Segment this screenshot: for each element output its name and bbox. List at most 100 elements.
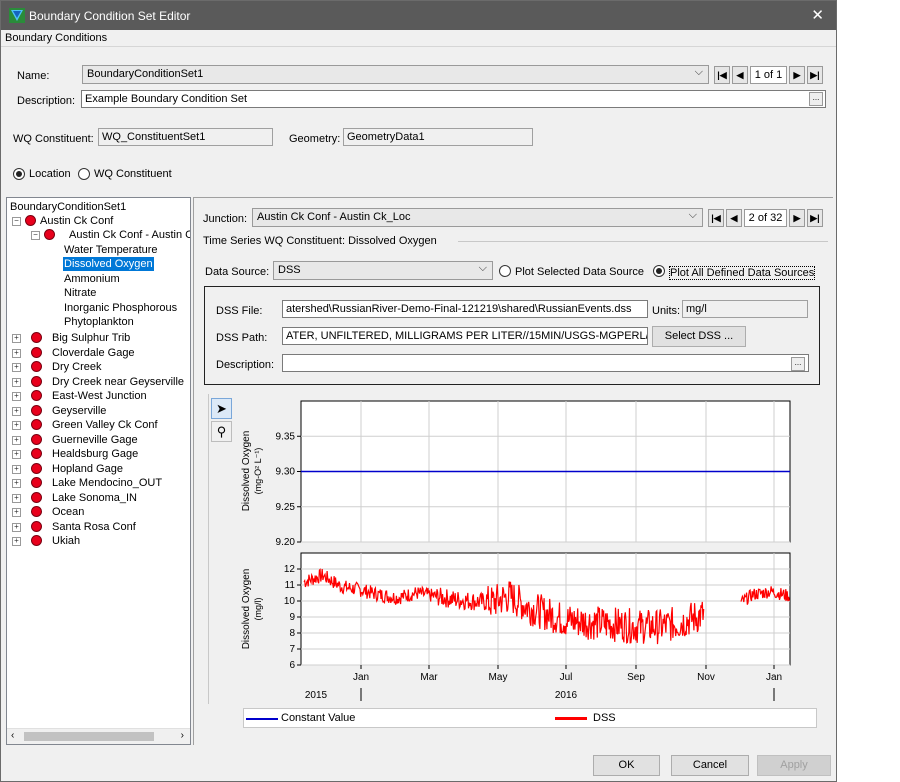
y-tick-label: 9.25 [276, 502, 296, 513]
radio-location[interactable] [13, 168, 25, 180]
y-tick-label: 9.20 [276, 537, 296, 548]
bottom-chart: 12 11 10 9 8 7 6 Jan Mar May Jul Sep Nov Jan 2015 2016… [241, 552, 791, 701]
junction-counter: 2 of 32 [744, 209, 787, 227]
tree-node[interactable]: East-West Junction [52, 389, 147, 403]
geometry-field: GeometryData1 [343, 128, 533, 146]
tree-leaf-ammonium[interactable]: Ammonium [64, 272, 120, 286]
expand-icon[interactable]: + [12, 450, 21, 459]
tree-node[interactable]: Ukiah [52, 534, 80, 548]
y-tick-label: 6 [289, 660, 295, 671]
radio-plot-all[interactable] [653, 265, 665, 277]
expand-icon[interactable]: + [12, 363, 21, 372]
select-dss-button[interactable]: Select DSS ... [652, 326, 746, 347]
tree-node[interactable]: Lake Mendocino_OUT [52, 476, 162, 490]
first-record-icon[interactable]: |◀ [714, 66, 730, 84]
tree-leaf-inorganic-phosphorous[interactable]: Inorganic Phosphorous [64, 301, 177, 315]
last-record-icon[interactable]: ▶| [807, 66, 823, 84]
expand-icon[interactable]: + [12, 508, 21, 517]
pointer-tool-icon[interactable]: ➤ [211, 398, 232, 419]
prev-junction-icon[interactable]: ◀ [726, 209, 742, 227]
top-y-ticks: 9.35 9.30 9.25 9.20 [276, 431, 301, 548]
expand-icon[interactable]: + [12, 407, 21, 416]
units-label: Units: [652, 305, 681, 317]
description-browse-button[interactable]: ... [809, 92, 823, 106]
dss-file-field[interactable]: atershed\RussianRiver-Demo-Final-121219\… [282, 300, 648, 318]
location-tree[interactable]: BoundaryConditionSet1 − Austin Ck Conf −… [6, 197, 191, 745]
name-select[interactable]: BoundaryConditionSet1 ⌵ [82, 65, 709, 84]
y-tick-label: 11 [285, 580, 296, 591]
dss-path-field[interactable]: ATER, UNFILTERED, MILLIGRAMS PER LITER//… [282, 327, 648, 345]
tree-node-austin[interactable]: Austin Ck Conf [40, 214, 113, 228]
description-field[interactable]: Example Boundary Condition Set [81, 90, 826, 108]
expand-icon[interactable]: + [12, 334, 21, 343]
expand-icon[interactable]: + [12, 479, 21, 488]
expand-icon[interactable]: + [12, 465, 21, 474]
next-junction-icon[interactable]: ▶ [789, 209, 805, 227]
bottom-ylabel-1: Dissolved Oxygen [241, 569, 252, 650]
editor-window: Boundary Condition Set Editor ✕ Boundary… [0, 0, 837, 782]
tree-node-austin-loc[interactable]: Austin Ck Conf - Austin Ck_Loc [69, 228, 190, 242]
expand-icon[interactable]: + [12, 436, 21, 445]
node-icon [44, 229, 55, 240]
tree-node[interactable]: Green Valley Ck Conf [52, 418, 158, 432]
expand-icon[interactable]: + [12, 494, 21, 503]
scroll-right-icon[interactable]: › [181, 730, 184, 741]
tree-leaf-dissolved-oxygen[interactable]: Dissolved Oxygen [63, 257, 154, 271]
cancel-button[interactable]: Cancel [671, 755, 749, 776]
radio-plot-all-label: Plot All Defined Data Sources [669, 266, 816, 280]
x-tick-label: Jan [766, 672, 782, 683]
zoom-tool-icon[interactable]: ⚲ [211, 421, 232, 442]
tree-node[interactable]: Geyserville [52, 404, 106, 418]
name-value: BoundaryConditionSet1 [87, 68, 204, 80]
wq-constituent-value: WQ_ConstituentSet1 [102, 131, 206, 143]
tree-node[interactable]: Santa Rosa Conf [52, 520, 136, 534]
menu-boundary-conditions[interactable]: Boundary Conditions [5, 32, 107, 44]
tree-node[interactable]: Healdsburg Gage [52, 447, 138, 461]
dss-file-value: atershed\RussianRiver-Demo-Final-121219\… [286, 303, 632, 315]
next-record-icon[interactable]: ▶ [789, 66, 805, 84]
last-junction-icon[interactable]: ▶| [807, 209, 823, 227]
tree-node[interactable]: Guerneville Gage [52, 433, 138, 447]
tree-leaf-nitrate[interactable]: Nitrate [64, 286, 96, 300]
radio-plot-selected-label: Plot Selected Data Source [515, 266, 645, 278]
scroll-left-icon[interactable]: ‹ [11, 730, 14, 741]
window-title: Boundary Condition Set Editor [29, 9, 191, 23]
dss-file-label: DSS File: [216, 305, 263, 317]
junction-select[interactable]: Austin Ck Conf - Austin Ck_Loc ⌵ [252, 208, 703, 227]
expand-icon[interactable]: + [12, 392, 21, 401]
radio-plot-selected[interactable] [499, 265, 511, 277]
prev-record-icon[interactable]: ◀ [732, 66, 748, 84]
expand-icon[interactable]: + [12, 537, 21, 546]
tree-node[interactable]: Cloverdale Gage [52, 346, 135, 360]
radio-wq-constituent[interactable] [78, 168, 90, 180]
tree-leaf-phytoplankton[interactable]: Phytoplankton [64, 315, 134, 329]
dss-description-field[interactable] [282, 354, 809, 372]
bottom-x-ticks: Jan Mar May Jul Sep Nov Jan 2015 2016 [305, 665, 782, 701]
close-icon[interactable]: ✕ [811, 6, 824, 24]
scroll-thumb[interactable] [24, 732, 154, 741]
y-tick-label: 10 [284, 596, 296, 607]
tree-node[interactable]: Hopland Gage [52, 462, 123, 476]
tree-horizontal-scrollbar[interactable]: ‹ › [7, 728, 190, 744]
collapse-icon[interactable]: − [31, 231, 40, 240]
tree-node[interactable]: Big Sulphur Trib [52, 331, 130, 345]
y-tick-label: 9 [289, 612, 295, 623]
dss-description-browse-button[interactable]: ... [791, 357, 805, 371]
data-source-select[interactable]: DSS ⌵ [273, 261, 493, 280]
first-junction-icon[interactable]: |◀ [708, 209, 724, 227]
tree-node[interactable]: Ocean [52, 505, 84, 519]
expand-icon[interactable]: + [12, 378, 21, 387]
apply-button[interactable]: Apply [757, 755, 831, 776]
tree-node[interactable]: Dry Creek near Geyserville [52, 375, 184, 389]
expand-icon[interactable]: + [12, 421, 21, 430]
ok-button[interactable]: OK [593, 755, 660, 776]
expand-icon[interactable]: + [12, 523, 21, 532]
collapse-icon[interactable]: − [12, 217, 21, 226]
tree-node[interactable]: Lake Sonoma_IN [52, 491, 137, 505]
tree-root[interactable]: BoundaryConditionSet1 [10, 200, 126, 214]
tree-leaf-water-temperature[interactable]: Water Temperature [64, 243, 158, 257]
tree-node[interactable]: Dry Creek [52, 360, 102, 374]
plot-svg: 9.35 9.30 9.25 9.20 Dissolved Oxygen (mg-O²… [241, 400, 791, 701]
expand-icon[interactable]: + [12, 349, 21, 358]
chevron-down-icon: ⌵ [694, 66, 703, 78]
